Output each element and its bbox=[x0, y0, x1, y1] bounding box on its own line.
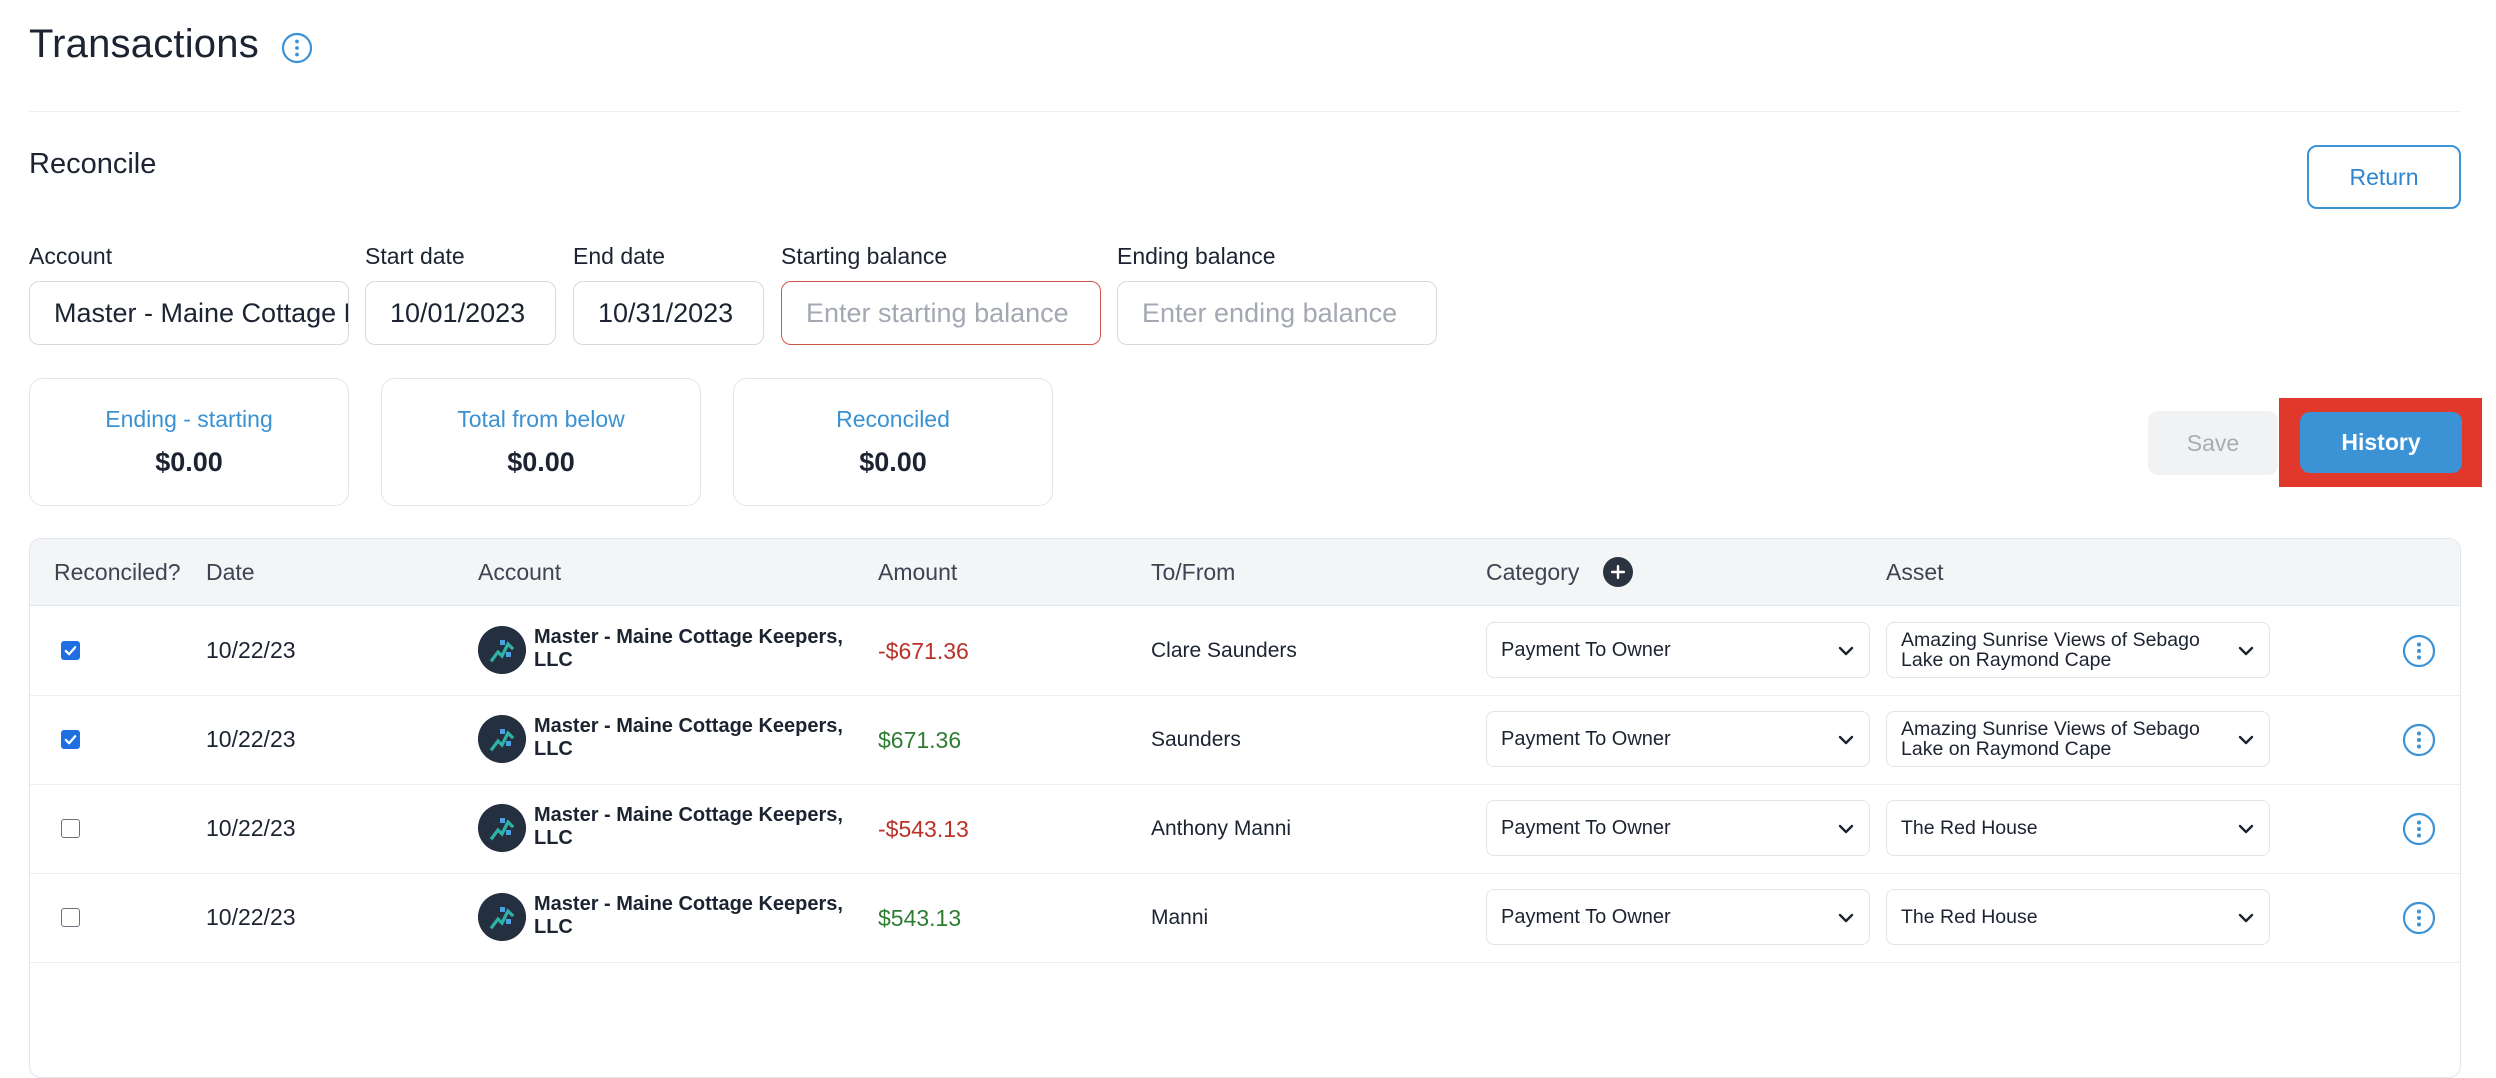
logo-avatar-icon bbox=[478, 893, 526, 941]
start-date-label: Start date bbox=[365, 243, 465, 269]
amount-cell: $543.13 bbox=[878, 905, 962, 931]
header-category: Category bbox=[1486, 559, 1580, 585]
return-button[interactable]: Return bbox=[2307, 145, 2461, 209]
check-icon bbox=[64, 646, 77, 656]
save-button[interactable]: Save bbox=[2148, 411, 2278, 475]
category-value: Payment To Owner bbox=[1501, 817, 1671, 839]
table-row: 10/22/23 Master - Maine Cottage Keepers, … bbox=[30, 695, 2460, 785]
asset-value: Amazing Sunrise Views of Sebago Lake on … bbox=[1901, 629, 2200, 671]
date-cell: 10/22/23 bbox=[206, 904, 296, 930]
start-date-value: 10/01/2023 bbox=[390, 297, 526, 328]
date-cell: 10/22/23 bbox=[206, 637, 296, 663]
table-row: 10/22/23 Master - Maine Cottage Keepers, … bbox=[30, 784, 2460, 874]
start-date-field[interactable]: 10/01/2023 bbox=[365, 281, 556, 345]
reconciled-checkbox[interactable] bbox=[61, 908, 80, 927]
account-name: Master - Maine Cottage Keepers, LLC bbox=[534, 804, 843, 849]
tofrom-cell: Saunders bbox=[1151, 728, 1241, 751]
asset-select[interactable]: Amazing Sunrise Views of Sebago Lake on … bbox=[1886, 622, 2270, 678]
logo-avatar-icon bbox=[478, 715, 526, 763]
logo-avatar-icon bbox=[478, 626, 526, 674]
info-icon[interactable] bbox=[281, 32, 313, 64]
row-menu-icon[interactable] bbox=[2402, 812, 2436, 846]
amount-cell: -$543.13 bbox=[878, 816, 969, 842]
asset-value: Amazing Sunrise Views of Sebago Lake on … bbox=[1901, 718, 2200, 760]
date-cell: 10/22/23 bbox=[206, 815, 296, 841]
reconciled-checkbox[interactable] bbox=[61, 730, 80, 749]
category-value: Payment To Owner bbox=[1501, 728, 1671, 750]
logo-avatar-icon bbox=[478, 804, 526, 852]
end-date-value: 10/31/2023 bbox=[598, 297, 734, 328]
account-name: Master - Maine Cottage Keepers, LLC bbox=[534, 715, 843, 760]
history-button[interactable]: History bbox=[2300, 412, 2462, 473]
transactions-table: Reconciled? Date Account Amount To/From … bbox=[29, 538, 2461, 1078]
chevron-down-icon bbox=[2238, 913, 2254, 923]
table-row: 10/22/23 Master - Maine Cottage Keepers, … bbox=[30, 873, 2460, 963]
account-field[interactable]: Master - Maine Cottage Keepers, LLC bbox=[29, 281, 349, 345]
account-field-value: Master - Maine Cottage Keepers, LLC bbox=[54, 297, 348, 328]
header-divider bbox=[29, 111, 2461, 112]
row-menu-icon[interactable] bbox=[2402, 634, 2436, 668]
end-date-field[interactable]: 10/31/2023 bbox=[573, 281, 764, 345]
account-name: Master - Maine Cottage Keepers, LLC bbox=[534, 893, 843, 938]
chevron-down-icon bbox=[2238, 735, 2254, 745]
header-reconciled: Reconciled? bbox=[54, 559, 181, 585]
end-date-label: End date bbox=[573, 243, 666, 269]
asset-select[interactable]: The Red House bbox=[1886, 889, 2270, 945]
tofrom-cell: Clare Saunders bbox=[1151, 639, 1297, 662]
reconciled-checkbox[interactable] bbox=[61, 641, 80, 660]
category-select[interactable]: Payment To Owner bbox=[1486, 711, 1870, 767]
total-from-below-card: Total from below $0.00 bbox=[381, 378, 701, 506]
card-label: Reconciled bbox=[836, 406, 950, 432]
reconciled-card: Reconciled $0.00 bbox=[733, 378, 1053, 506]
page-title: Transactions bbox=[29, 22, 259, 66]
account-name: Master - Maine Cottage Keepers, LLC bbox=[534, 626, 843, 671]
date-cell: 10/22/23 bbox=[206, 726, 296, 752]
chevron-down-icon bbox=[2238, 646, 2254, 656]
starting-balance-label: Starting balance bbox=[781, 243, 948, 269]
amount-cell: $671.36 bbox=[878, 727, 962, 753]
card-label: Total from below bbox=[457, 406, 625, 432]
header-tofrom: To/From bbox=[1151, 559, 1236, 585]
chevron-down-icon bbox=[1838, 646, 1854, 656]
chevron-down-icon bbox=[2238, 824, 2254, 834]
category-select[interactable]: Payment To Owner bbox=[1486, 889, 1870, 945]
ending-balance-input[interactable] bbox=[1142, 297, 1436, 329]
chevron-down-icon bbox=[1838, 913, 1854, 923]
category-select[interactable]: Payment To Owner bbox=[1486, 800, 1870, 856]
category-value: Payment To Owner bbox=[1501, 639, 1671, 661]
table-row: 10/22/23 Master - Maine Cottage Keepers, … bbox=[30, 606, 2460, 696]
card-value: $0.00 bbox=[859, 447, 927, 477]
chevron-down-icon bbox=[1838, 735, 1854, 745]
row-menu-icon[interactable] bbox=[2402, 723, 2436, 757]
card-value: $0.00 bbox=[507, 447, 575, 477]
card-value: $0.00 bbox=[155, 447, 223, 477]
asset-select[interactable]: Amazing Sunrise Views of Sebago Lake on … bbox=[1886, 711, 2270, 767]
asset-value: The Red House bbox=[1901, 906, 2038, 928]
ending-minus-starting-card: Ending - starting $0.00 bbox=[29, 378, 349, 506]
row-menu-icon[interactable] bbox=[2402, 901, 2436, 935]
tofrom-cell: Manni bbox=[1151, 906, 1209, 929]
table-header: Reconciled? Date Account Amount To/From … bbox=[30, 539, 2460, 606]
ending-balance-label: Ending balance bbox=[1117, 243, 1276, 269]
header-date: Date bbox=[206, 559, 255, 585]
tofrom-cell: Anthony Manni bbox=[1151, 817, 1292, 840]
chevron-down-icon bbox=[1838, 824, 1854, 834]
ending-balance-field[interactable] bbox=[1117, 281, 1437, 345]
amount-cell: -$671.36 bbox=[878, 638, 969, 664]
header-asset: Asset bbox=[1886, 559, 1944, 585]
section-title: Reconcile bbox=[29, 148, 157, 180]
account-label: Account bbox=[29, 243, 113, 269]
reconciled-checkbox[interactable] bbox=[61, 819, 80, 838]
asset-select[interactable]: The Red House bbox=[1886, 800, 2270, 856]
starting-balance-field[interactable] bbox=[781, 281, 1101, 345]
check-icon bbox=[64, 735, 77, 745]
header-account: Account bbox=[478, 559, 562, 585]
category-value: Payment To Owner bbox=[1501, 906, 1671, 928]
card-label: Ending - starting bbox=[105, 406, 273, 432]
starting-balance-input[interactable] bbox=[806, 297, 1100, 329]
category-select[interactable]: Payment To Owner bbox=[1486, 622, 1870, 678]
header-amount: Amount bbox=[878, 559, 958, 585]
plus-circle-icon[interactable] bbox=[1602, 556, 1634, 588]
asset-value: The Red House bbox=[1901, 817, 2038, 839]
